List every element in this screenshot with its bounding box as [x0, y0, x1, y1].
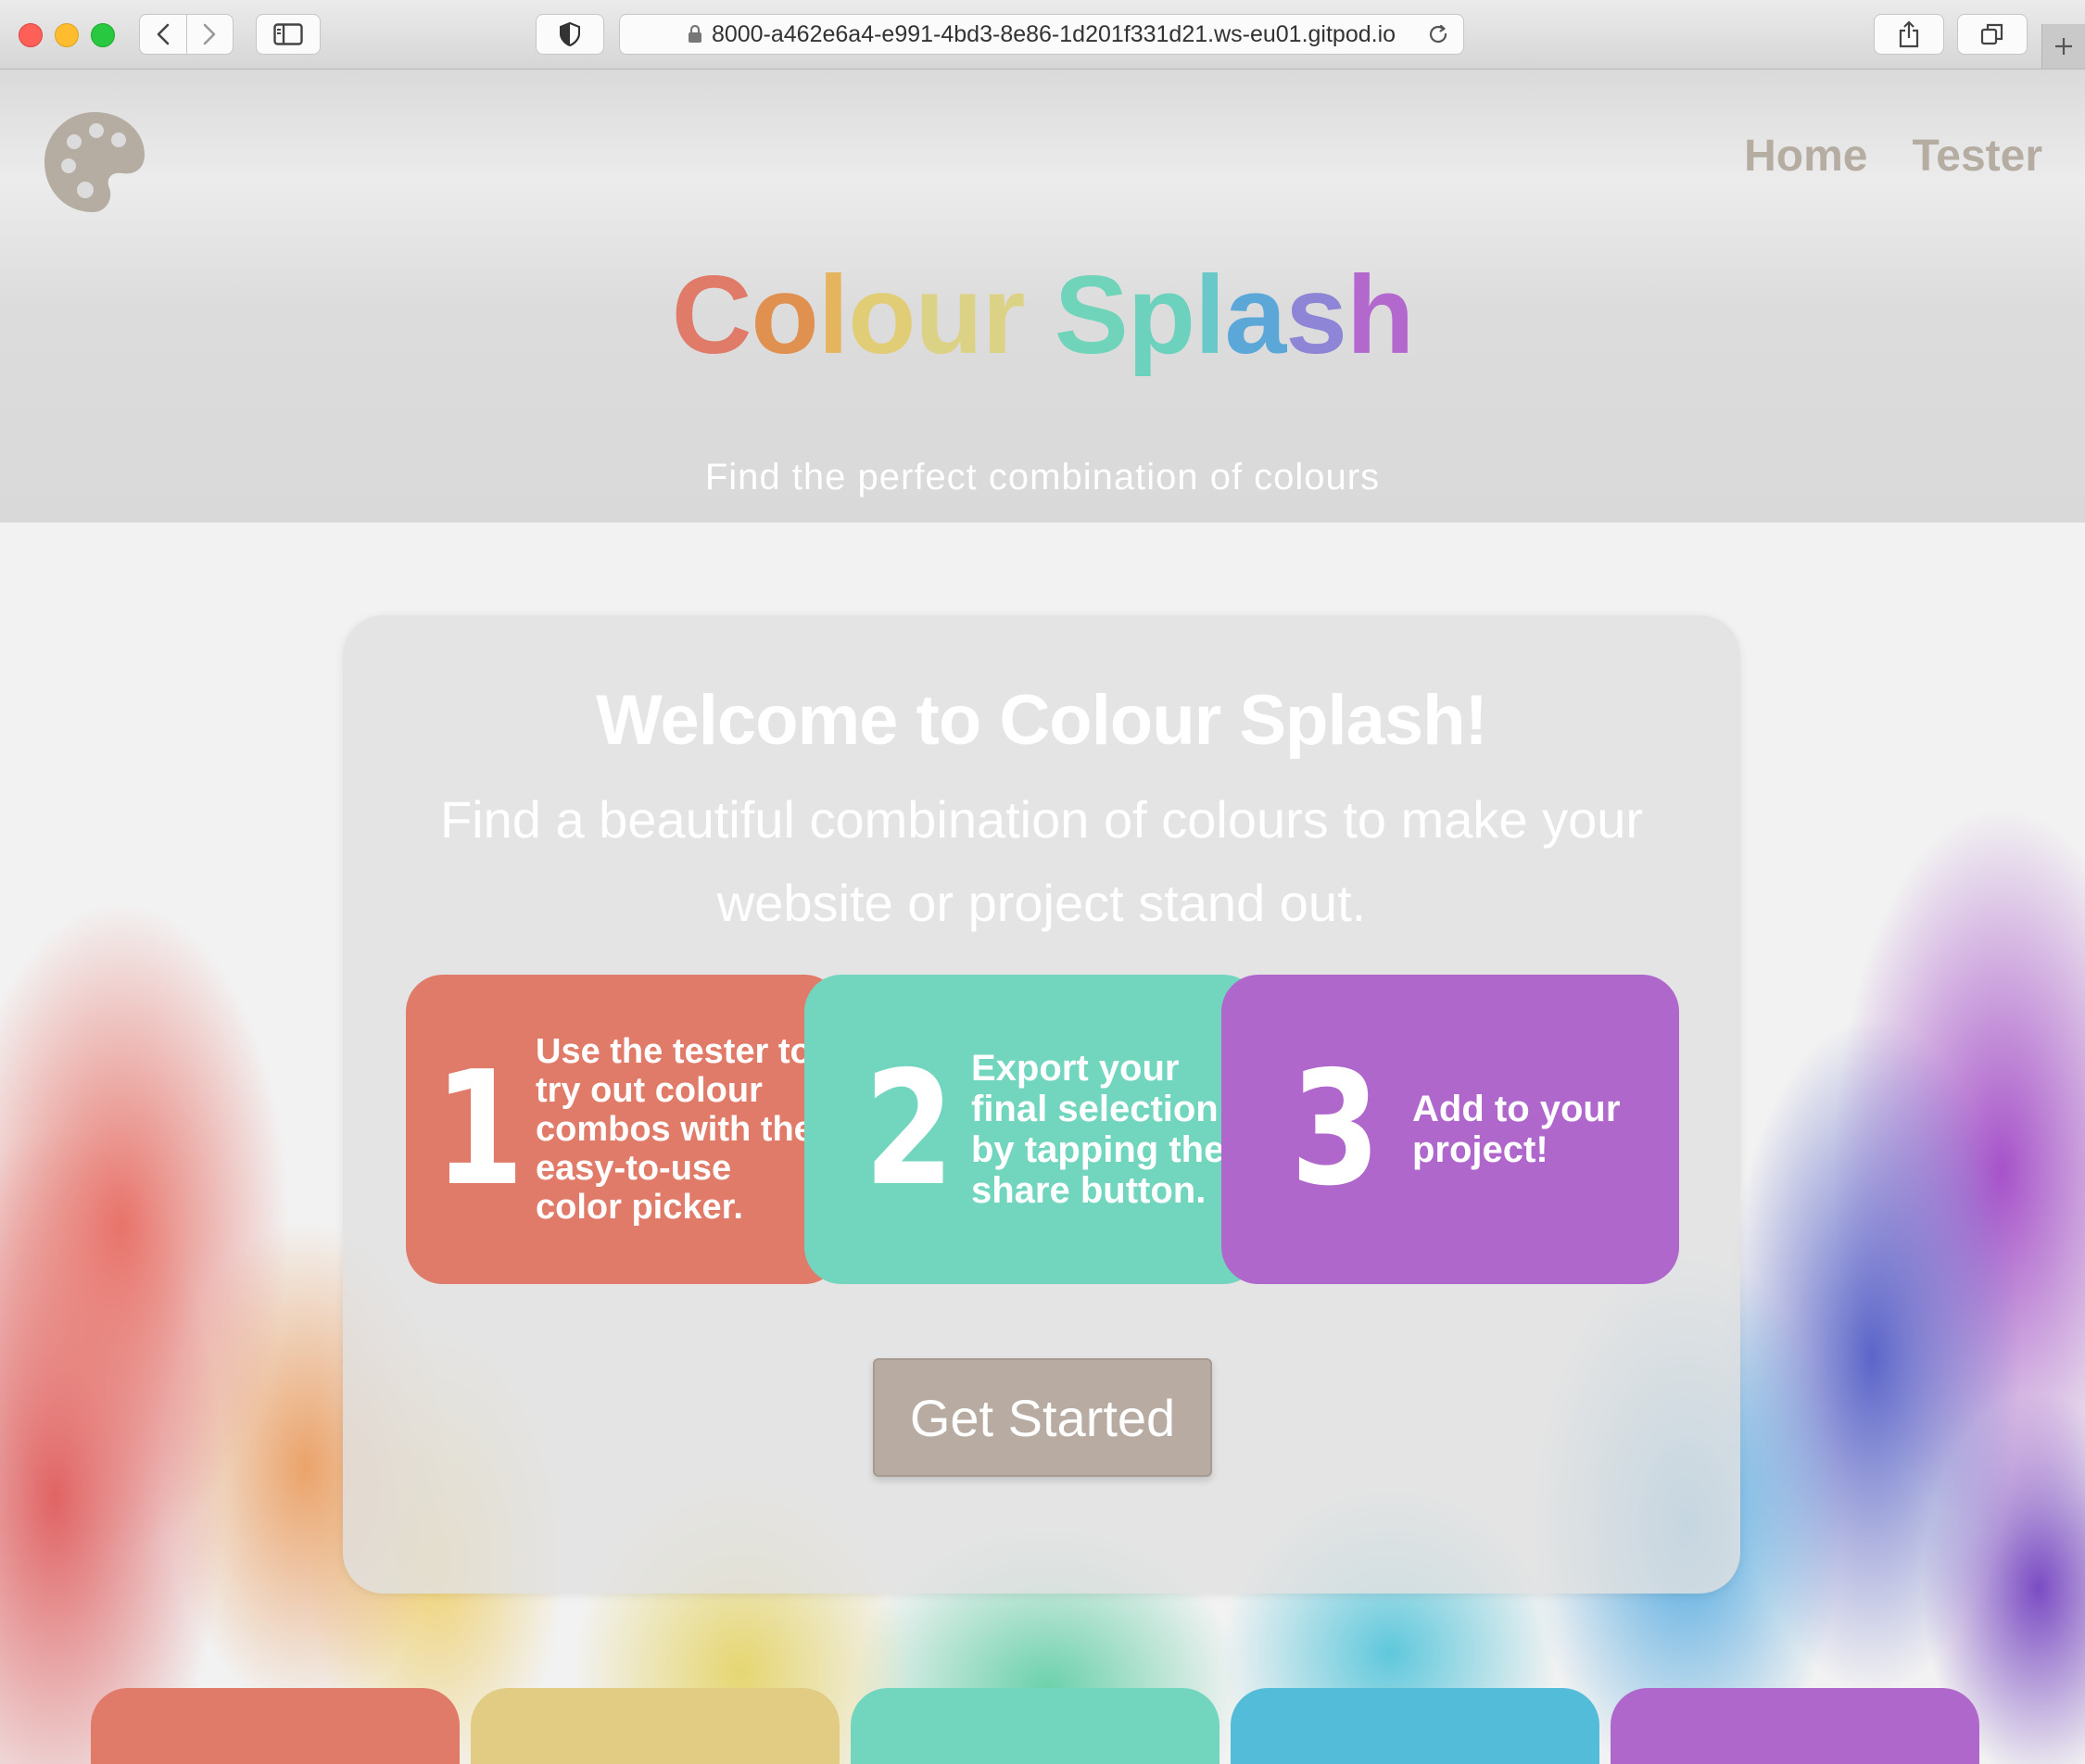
- tab-overview-button[interactable]: [1957, 14, 2028, 55]
- site-title-letter: o: [848, 253, 916, 377]
- lock-icon: [688, 25, 702, 44]
- new-tab-button[interactable]: [2041, 24, 2085, 69]
- privacy-report-button[interactable]: [536, 14, 604, 55]
- back-button[interactable]: [140, 15, 186, 54]
- get-started-button[interactable]: Get Started: [873, 1358, 1212, 1477]
- site-title-letter: C: [671, 253, 752, 377]
- url-text: 8000-a462e6a4-e991-4bd3-8e86-1d201f331d2…: [711, 20, 1396, 47]
- site-title-letter: r: [981, 253, 1026, 377]
- steps-puzzle: 1 Use the tester to try out colour combo…: [406, 975, 1679, 1284]
- address-bar[interactable]: 8000-a462e6a4-e991-4bd3-8e86-1d201f331d2…: [619, 14, 1464, 55]
- welcome-card: Welcome to Colour Splash! Find a beautif…: [343, 615, 1740, 1594]
- site-title-letter: p: [1127, 253, 1195, 377]
- site-title-letter: l: [1194, 253, 1225, 377]
- site-title-letter: a: [1224, 253, 1286, 377]
- step-text: Use the tester to try out colour combos …: [536, 1032, 814, 1227]
- shield-icon: [560, 22, 580, 46]
- step-3-card: 3 Add to your project!: [1221, 975, 1679, 1284]
- palette-tile[interactable]: [91, 1688, 460, 1764]
- step-text: Add to your project!: [1412, 1089, 1621, 1170]
- history-nav: [139, 14, 234, 55]
- plus-icon: [2055, 38, 2072, 55]
- forward-button[interactable]: [185, 15, 234, 54]
- step-number: 2: [864, 1038, 954, 1221]
- palette-tile[interactable]: [471, 1688, 840, 1764]
- palette-tile[interactable]: [1231, 1688, 1599, 1764]
- site-title: Colour Splash: [0, 259, 2085, 371]
- palette-logo-icon[interactable]: [41, 108, 148, 216]
- site-title-letter: S: [1054, 253, 1129, 377]
- browser-toolbar: 8000-a462e6a4-e991-4bd3-8e86-1d201f331d2…: [0, 0, 2085, 69]
- site-title-letter: l: [817, 253, 849, 377]
- site-header: Home Tester Colour Splash Find the perfe…: [0, 69, 2085, 523]
- sidebar-icon: [273, 23, 303, 45]
- step-2-card: 2 Export your final selection by tapping…: [804, 975, 1260, 1284]
- palette-tile[interactable]: [851, 1688, 1219, 1764]
- site-title-letter: s: [1285, 253, 1347, 377]
- share-button[interactable]: [1874, 14, 1944, 55]
- minimize-window-button[interactable]: [55, 23, 79, 47]
- palette-tile[interactable]: [1611, 1688, 1979, 1764]
- site-tagline: Find the perfect combination of colours: [704, 457, 1381, 498]
- palette-tiles: [91, 1688, 1979, 1764]
- site-title-letter: h: [1346, 253, 1414, 377]
- main-nav: Home Tester: [1744, 131, 2042, 182]
- chevron-right-icon: [203, 23, 216, 45]
- site-title-letter: [1024, 253, 1054, 377]
- step-number: 1: [434, 1038, 524, 1221]
- share-icon: [1899, 20, 1919, 48]
- chevron-left-icon: [157, 23, 170, 45]
- sidebar-toggle-button[interactable]: [256, 14, 321, 55]
- zoom-window-button[interactable]: [91, 23, 115, 47]
- hero-section: Welcome to Colour Splash! Find a beautif…: [0, 523, 2085, 1764]
- close-window-button[interactable]: [19, 23, 43, 47]
- nav-tester-link[interactable]: Tester: [1912, 131, 2042, 182]
- step-text: Export your final selection by tapping t…: [971, 1048, 1225, 1211]
- tabs-icon: [1980, 23, 2003, 45]
- welcome-heading: Welcome to Colour Splash!: [596, 681, 1488, 760]
- site-title-letter: o: [751, 253, 818, 377]
- step-1-card: 1 Use the tester to try out colour combo…: [406, 975, 841, 1284]
- reload-icon[interactable]: [1426, 22, 1450, 46]
- site-title-letter: u: [915, 253, 982, 377]
- nav-home-link[interactable]: Home: [1744, 131, 1867, 182]
- intro-text: Find a beautiful combination of colours …: [439, 790, 1644, 932]
- step-number: 3: [1290, 1038, 1381, 1221]
